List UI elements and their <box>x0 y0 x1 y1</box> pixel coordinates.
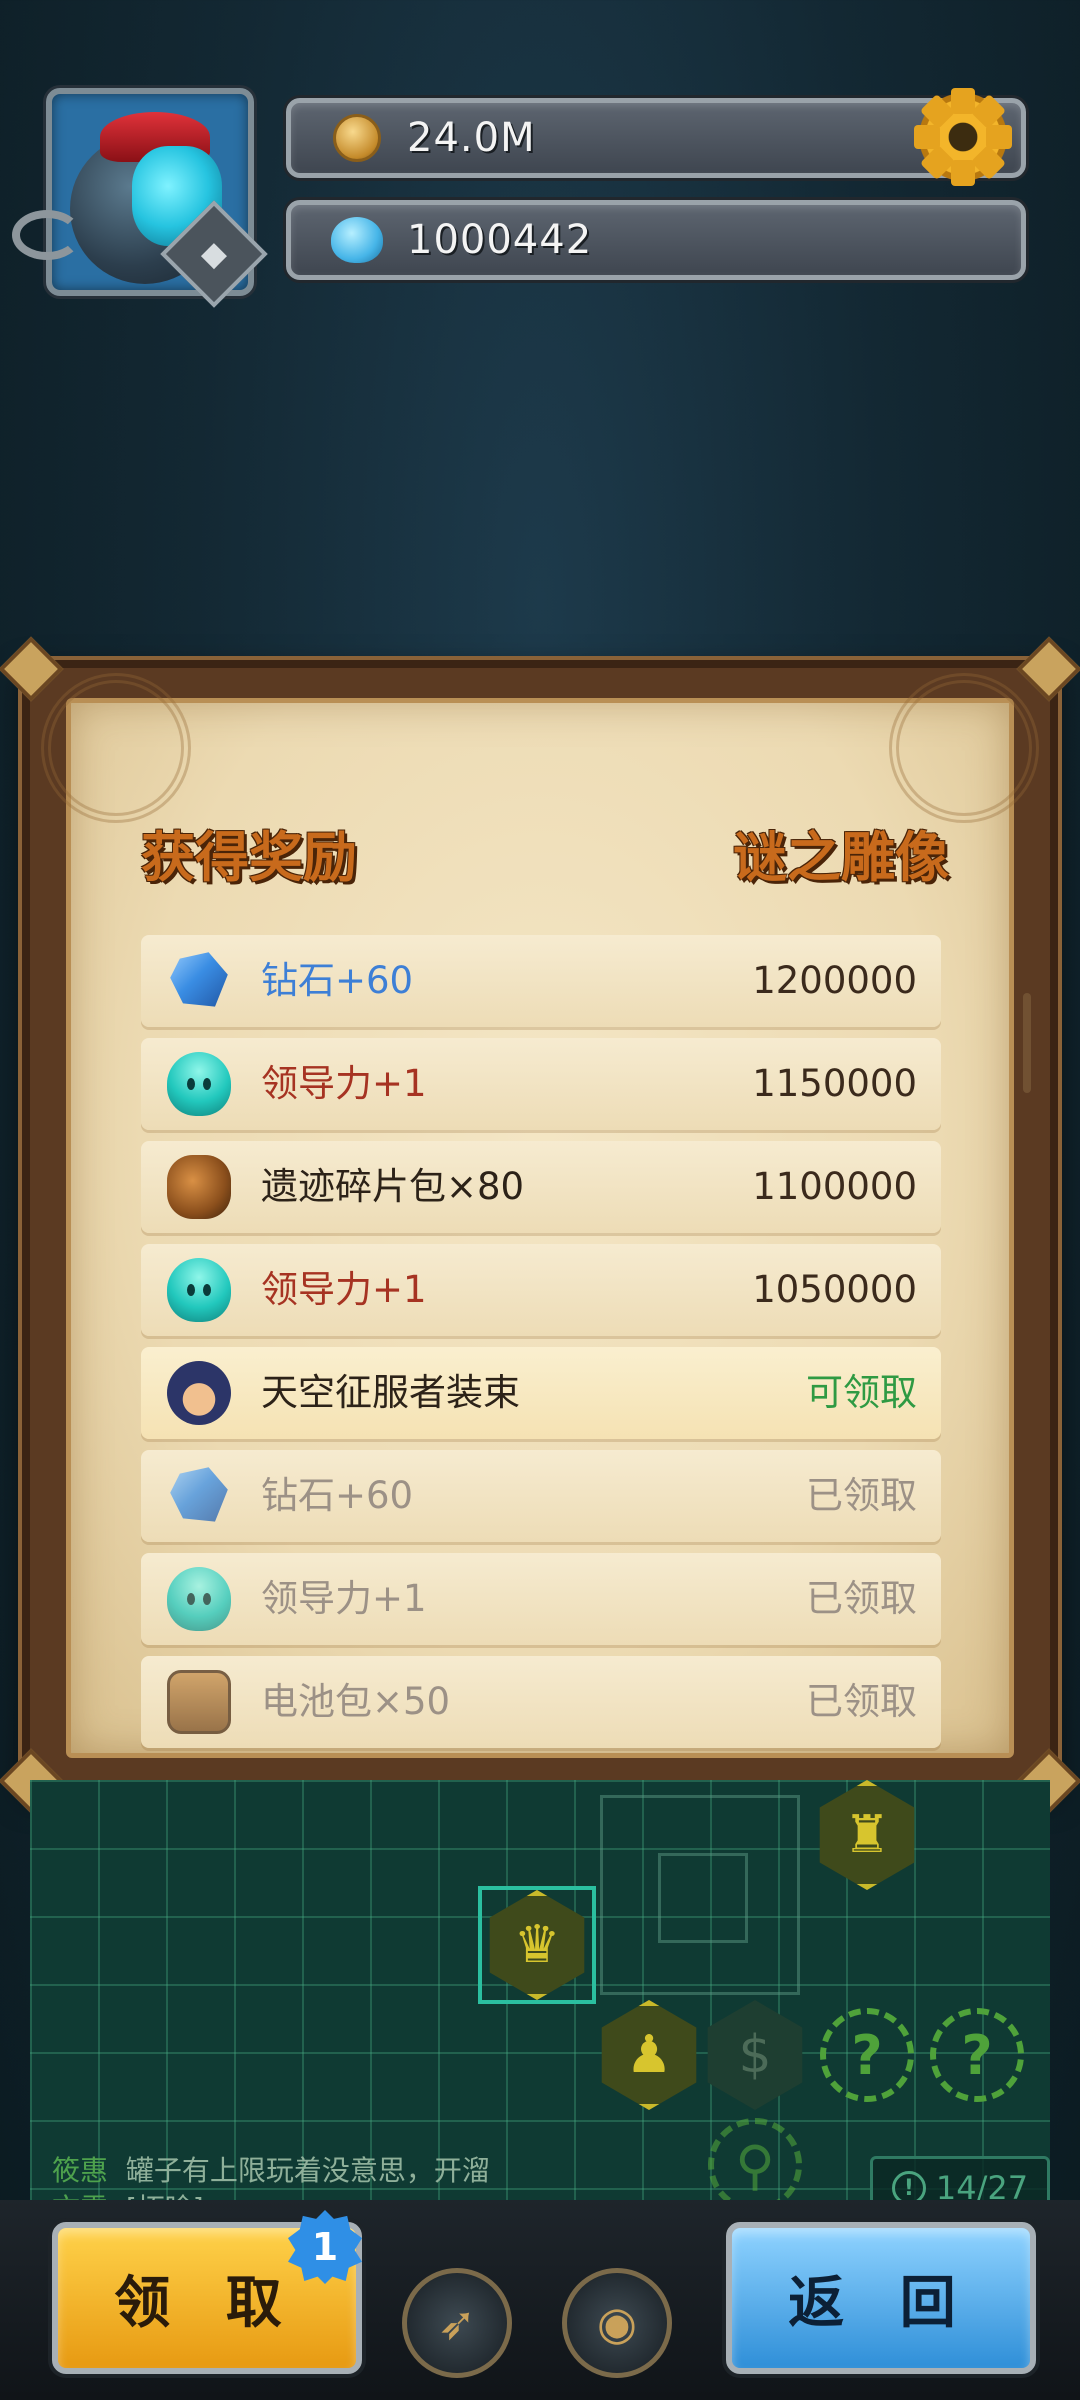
reward-dialog: 获得奖励 谜之雕像 钻石+60 1200000 领导力+1 1150000 遗迹… <box>0 636 1080 1814</box>
scrollbar-thumb[interactable] <box>1023 993 1031 1093</box>
gold-amount: 24.0M <box>407 115 536 161</box>
claw-decoration <box>12 210 82 260</box>
reward-requirement: 1050000 <box>752 1268 917 1311</box>
reward-row-claimable[interactable]: 天空征服者装束 可领取 <box>141 1347 941 1439</box>
reward-name: 钻石+60 <box>261 959 414 1002</box>
reward-row: 领导力+1 1150000 <box>141 1038 941 1130</box>
reward-list-scrollbar[interactable] <box>1023 993 1031 1673</box>
chat-sender: 筱惠 <box>52 2154 109 2187</box>
unknown-node-icon[interactable]: ? <box>820 2008 914 2102</box>
reward-name: 天空征服者装束 <box>261 1371 520 1414</box>
dialog-subtitle: 谜之雕像 <box>733 826 949 889</box>
claimed-status: 已领取 <box>806 1474 917 1517</box>
reward-name: 领导力+1 <box>261 1062 427 1105</box>
selected-node-frame <box>478 1886 596 2004</box>
sky-conqueror-outfit-icon <box>167 1361 231 1425</box>
reward-row-claimed: 电池包×50 已领取 <box>141 1656 941 1748</box>
filigree-ornament <box>889 673 1039 823</box>
dialog-title: 获得奖励 <box>141 826 357 889</box>
claimed-status: 已领取 <box>806 1680 917 1723</box>
reward-requirement: 1200000 <box>752 959 917 1002</box>
map-target-frame <box>600 1795 800 1995</box>
reward-name: 钻石+60 <box>261 1474 414 1517</box>
back-button[interactable]: 返 回 <box>726 2222 1036 2374</box>
diamond-icon <box>170 1467 228 1522</box>
battery-pack-icon <box>167 1670 231 1734</box>
reward-row: 钻石+60 1200000 <box>141 935 941 1027</box>
relic-fragment-pack-icon <box>167 1155 231 1219</box>
unknown-node-icon[interactable]: ⚲ <box>708 2118 802 2212</box>
reward-name: 电池包×50 <box>261 1680 451 1723</box>
claimed-status: 已领取 <box>806 1577 917 1620</box>
reward-row-claimed: 钻石+60 已领取 <box>141 1450 941 1542</box>
reward-name: 领导力+1 <box>261 1268 427 1311</box>
unknown-node-icon[interactable]: ? <box>930 2008 1024 2102</box>
reward-list[interactable]: 钻石+60 1200000 领导力+1 1150000 遗迹碎片包×80 110… <box>141 935 941 1759</box>
reward-name: 遗迹碎片包×80 <box>261 1165 525 1208</box>
parchment-panel: 获得奖励 谜之雕像 钻石+60 1200000 领导力+1 1150000 遗迹… <box>41 673 1039 1759</box>
gem-amount: 1000442 <box>407 217 593 263</box>
corner-ornament <box>1016 636 1080 702</box>
corner-ornament <box>0 636 64 702</box>
leadership-slime-icon <box>167 1258 231 1322</box>
reward-name: 领导力+1 <box>261 1577 427 1620</box>
reward-row: 领导力+1 1050000 <box>141 1244 941 1336</box>
blue-slime-currency-icon <box>331 217 383 263</box>
settings-gear-icon[interactable] <box>908 82 1018 192</box>
reward-requirement: 1150000 <box>752 1062 917 1105</box>
reward-requirement: 1100000 <box>752 1165 917 1208</box>
backpack-icon[interactable]: ◉ <box>562 2268 672 2378</box>
gem-resource-bar: 1000442 <box>286 200 1026 280</box>
leadership-slime-icon <box>167 1052 231 1116</box>
leadership-slime-icon <box>167 1567 231 1631</box>
filigree-ornament <box>41 673 191 823</box>
rocket-icon[interactable]: ➶ <box>402 2268 512 2378</box>
diamond-icon <box>170 952 228 1007</box>
claimable-status[interactable]: 可领取 <box>806 1347 917 1439</box>
reward-row-claimed: 领导力+1 已领取 <box>141 1553 941 1645</box>
reward-row: 遗迹碎片包×80 1100000 <box>141 1141 941 1233</box>
gold-coin-icon <box>333 114 381 162</box>
chat-message: 罐子有上限玩着没意思，开溜 <box>125 2154 490 2187</box>
